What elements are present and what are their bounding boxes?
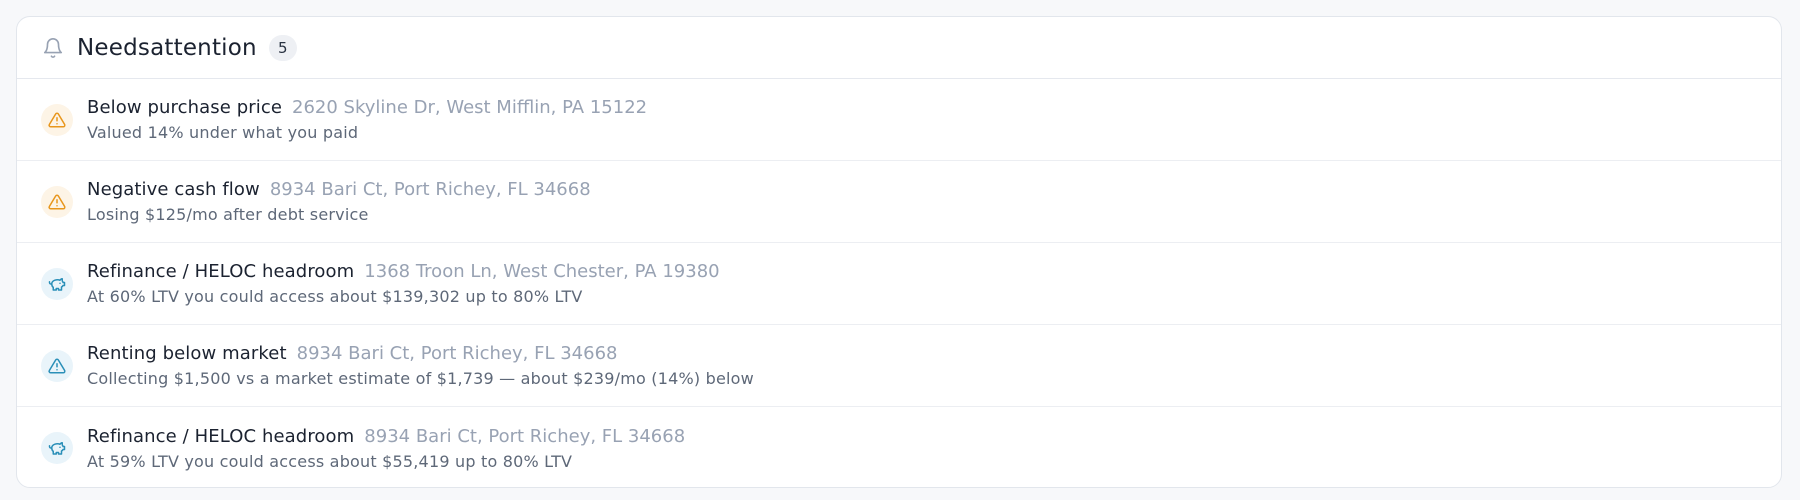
card-header: Needsattention 5 bbox=[17, 17, 1781, 79]
warning-triangle-icon bbox=[41, 103, 73, 136]
alert-address: 8934 Bari Ct, Port Richey, FL 34668 bbox=[296, 343, 618, 364]
alert-address: 2620 Skyline Dr, West Mifflin, PA 15122 bbox=[292, 97, 648, 118]
alert-address: 8934 Bari Ct, Port Richey, FL 34668 bbox=[364, 425, 686, 447]
alert-title: Refinance / HELOC headroom bbox=[87, 261, 355, 282]
page-title: Needsattention bbox=[77, 34, 257, 61]
piggy-bank-icon bbox=[41, 432, 73, 464]
alert-address: 8934 Bari Ct, Port Richey, FL 34668 bbox=[269, 179, 591, 200]
alert-title: Below purchase price bbox=[87, 97, 283, 118]
alert-description: Losing $125/mo after debt service bbox=[87, 205, 369, 224]
bell-icon bbox=[41, 36, 65, 60]
alert-title: Refinance / HELOC headroom bbox=[87, 425, 355, 447]
alert-heading-line: Negative cash flow 8934 Bari Ct, Port Ri… bbox=[87, 179, 591, 200]
alert-description: Valued 14% under what you paid bbox=[87, 123, 359, 142]
needs-attention-card: Needsattention 5 Below purchase price 26… bbox=[16, 16, 1782, 488]
alert-text: Refinance / HELOC headroom 1368 Troon Ln… bbox=[87, 261, 720, 306]
alert-heading-line: Refinance / HELOC headroom 8934 Bari Ct,… bbox=[87, 426, 685, 447]
alert-row-heloc-headroom[interactable]: Refinance / HELOC headroom 8934 Bari Ct,… bbox=[17, 407, 1781, 487]
alert-text: Negative cash flow 8934 Bari Ct, Port Ri… bbox=[87, 179, 591, 224]
alert-address: 1368 Troon Ln, West Chester, PA 19380 bbox=[364, 261, 720, 282]
alert-heading-line: Refinance / HELOC headroom 1368 Troon Ln… bbox=[87, 261, 720, 282]
alert-row-below-purchase-price[interactable]: Below purchase price 2620 Skyline Dr, We… bbox=[17, 79, 1781, 161]
alert-title: Negative cash flow bbox=[87, 179, 260, 200]
alert-text: Refinance / HELOC headroom 8934 Bari Ct,… bbox=[87, 426, 685, 471]
alert-heading-line: Renting below market 8934 Bari Ct, Port … bbox=[87, 343, 754, 364]
alert-title: Renting below market bbox=[87, 343, 287, 364]
warning-triangle-icon bbox=[41, 349, 73, 382]
piggy-bank-icon bbox=[41, 267, 73, 300]
alert-row-renting-below-market[interactable]: Renting below market 8934 Bari Ct, Port … bbox=[17, 325, 1781, 407]
alert-text: Below purchase price 2620 Skyline Dr, We… bbox=[87, 97, 647, 142]
alert-text: Renting below market 8934 Bari Ct, Port … bbox=[87, 343, 754, 388]
alert-row-heloc-headroom[interactable]: Refinance / HELOC headroom 1368 Troon Ln… bbox=[17, 243, 1781, 325]
alert-description: At 60% LTV you could access about $139,3… bbox=[87, 287, 583, 306]
alert-row-negative-cash-flow[interactable]: Negative cash flow 8934 Bari Ct, Port Ri… bbox=[17, 161, 1781, 243]
count-badge: 5 bbox=[268, 34, 297, 61]
warning-triangle-icon bbox=[41, 185, 73, 218]
alert-heading-line: Below purchase price 2620 Skyline Dr, We… bbox=[87, 97, 647, 118]
alert-description: Collecting $1,500 vs a market estimate o… bbox=[87, 369, 754, 388]
alert-description: At 59% LTV you could access about $55,41… bbox=[87, 451, 573, 471]
